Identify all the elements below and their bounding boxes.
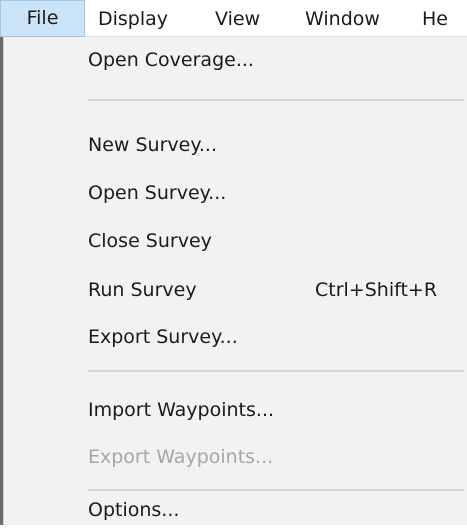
menu-window[interactable]: Window xyxy=(297,0,388,37)
menu-separator xyxy=(88,99,464,101)
menu-item-close-survey[interactable]: Close Survey xyxy=(4,223,467,259)
menu-item-label: Export Waypoints... xyxy=(88,446,274,468)
menu-item-label: Import Waypoints... xyxy=(88,399,275,421)
menu-help[interactable]: He xyxy=(414,0,456,37)
menu-view[interactable]: View xyxy=(207,0,268,37)
menu-item-label: Open Coverage... xyxy=(88,49,254,71)
file-menu-dropdown: Open Coverage... New Survey... Open Surv… xyxy=(3,37,467,525)
menu-item-label: Run Survey xyxy=(88,279,197,301)
menu-item-label: Close Survey xyxy=(88,230,212,252)
menu-item-open-coverage[interactable]: Open Coverage... xyxy=(4,42,467,78)
menu-item-label: Open Survey... xyxy=(88,182,227,204)
menu-item-run-survey[interactable]: Run Survey Ctrl+Shift+R xyxy=(4,272,467,308)
menu-file[interactable]: File xyxy=(0,0,85,37)
menu-item-shortcut: Ctrl+Shift+R xyxy=(315,279,438,301)
menu-display[interactable]: Display xyxy=(90,0,176,37)
menu-item-import-waypoints[interactable]: Import Waypoints... xyxy=(4,392,467,428)
menu-item-open-survey[interactable]: Open Survey... xyxy=(4,175,467,211)
menu-item-export-survey[interactable]: Export Survey... xyxy=(4,319,467,355)
menu-separator xyxy=(88,489,464,491)
menu-item-export-waypoints: Export Waypoints... xyxy=(4,439,467,475)
menu-item-options[interactable]: Options... xyxy=(4,492,467,528)
menu-item-label: Options... xyxy=(88,499,180,521)
menu-item-label: Export Survey... xyxy=(88,326,238,348)
menu-item-new-survey[interactable]: New Survey... xyxy=(4,127,467,163)
menu-separator xyxy=(88,370,464,372)
menu-bar: File Display View Window He xyxy=(0,0,467,37)
menu-item-label: New Survey... xyxy=(88,134,217,156)
